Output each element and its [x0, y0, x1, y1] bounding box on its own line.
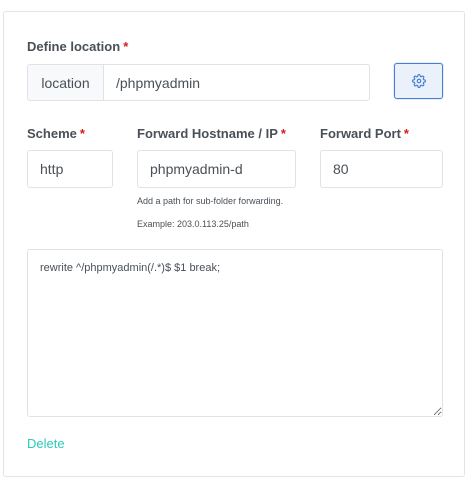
forward-port-input[interactable]: [320, 150, 443, 188]
location-settings-button[interactable]: [394, 63, 443, 99]
define-location-label: Define location *: [27, 39, 128, 54]
forward-hostname-example: Example: 203.0.113.25/path: [137, 219, 249, 229]
forward-port-label-text: Forward Port: [320, 126, 401, 141]
forward-port-label: Forward Port *: [320, 126, 409, 141]
scheme-input[interactable]: [27, 150, 113, 188]
gear-icon: [411, 74, 426, 88]
required-mark: *: [280, 126, 286, 141]
delete-location-link[interactable]: Delete: [27, 436, 65, 451]
location-path-input[interactable]: [103, 64, 370, 101]
advanced-config-textarea[interactable]: rewrite ^/phpmyadmin(/.*)$ $1 break;: [27, 249, 443, 417]
required-mark: *: [403, 126, 409, 141]
forward-hostname-hint: Add a path for sub-folder forwarding.: [137, 196, 284, 206]
define-location-label-text: Define location: [27, 39, 121, 54]
scheme-label-text: Scheme: [27, 126, 77, 141]
forward-hostname-input[interactable]: [137, 150, 296, 188]
location-card: Define location* location Scheme* Forwar…: [3, 11, 465, 477]
required-mark: *: [123, 39, 129, 54]
required-mark: *: [79, 126, 85, 141]
forward-hostname-label-text: Forward Hostname / IP: [137, 126, 278, 141]
scheme-label: Scheme *: [27, 126, 85, 141]
forward-hostname-label: Forward Hostname / IP *: [137, 126, 286, 141]
location-addon: location: [27, 64, 103, 101]
location-input-group: location: [27, 64, 370, 101]
